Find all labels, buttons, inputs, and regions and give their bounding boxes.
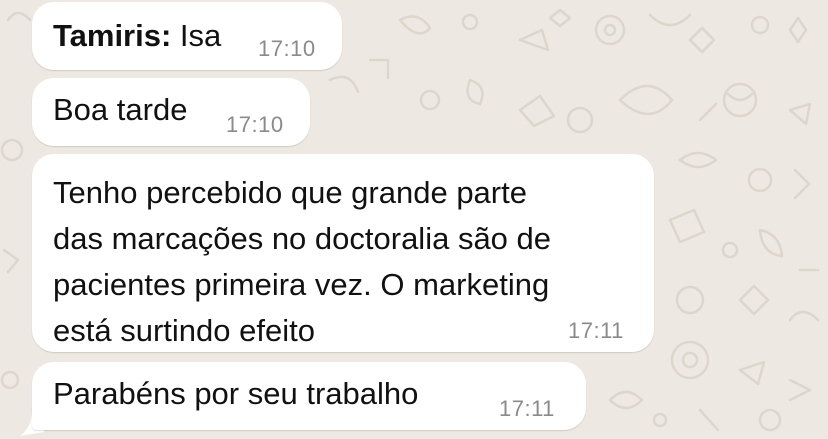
message-timestamp: 17:10 [226,112,284,137]
message-line: Tenho percebido que grande parte [53,175,527,210]
chat-message-list: Tamiris: Isa 17:10 Boa tarde 17:10 Tenho… [0,0,828,439]
message-timestamp: 17:11 [499,396,555,421]
message-body: Isa [179,18,222,53]
message-text: Boa tarde [53,92,188,127]
message-text: Parabéns por seu trabalho [53,376,419,411]
message-text: Tamiris: Isa [53,13,221,59]
message-text: Tenho percebido que grande parte das mar… [53,170,551,354]
message-bubble[interactable]: Parabéns por seu trabalho 17:11 [32,362,586,430]
message-bubble[interactable]: Tamiris: Isa 17:10 [32,2,342,70]
message-bubble[interactable]: Tenho percebido que grande parte das mar… [32,154,654,352]
message-line: pacientes primeira vez. O marketing [53,267,550,302]
message-timestamp: 17:11 [568,318,624,343]
message-bubble[interactable]: Boa tarde 17:10 [32,78,310,146]
message-timestamp: 17:10 [258,36,316,61]
sender-name: Tamiris: [53,18,172,53]
message-line: das marcações no doctoralia são de [53,221,552,256]
message-line: está surtindo efeito [53,313,315,348]
